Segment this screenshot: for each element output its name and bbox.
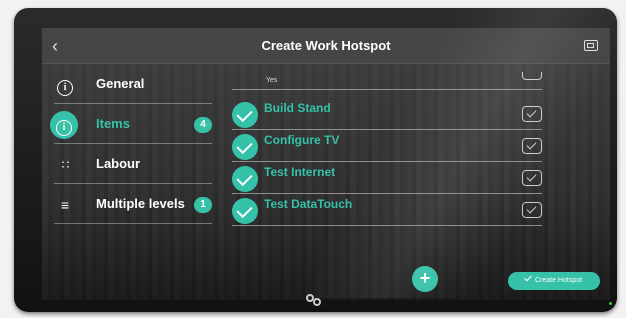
task-label: Test Internet bbox=[264, 165, 336, 179]
check-circle-icon bbox=[232, 166, 258, 192]
task-list: Yes Build Stand Configure TV Test Intern… bbox=[232, 72, 572, 262]
sidebar-item-label: Items bbox=[96, 116, 130, 131]
info-circle-icon: i bbox=[54, 74, 76, 96]
info-circle-icon: i bbox=[50, 111, 78, 139]
list-icon: ≡ bbox=[60, 197, 70, 213]
title-bar: ‹ Create Work Hotspot bbox=[42, 28, 610, 64]
check-circle-icon bbox=[232, 102, 258, 128]
list-item[interactable]: Test Internet bbox=[232, 162, 542, 194]
sidebar-item-multiple-levels[interactable]: ≡ Multiple levels 1 bbox=[54, 184, 212, 224]
tablet-device: ‹ Create Work Hotspot i General i Items … bbox=[14, 8, 617, 312]
power-led bbox=[609, 302, 612, 305]
list-item[interactable]: Build Stand bbox=[232, 98, 542, 130]
home-logo-icon[interactable] bbox=[306, 294, 322, 306]
list-item[interactable]: Yes bbox=[232, 72, 542, 90]
sidebar: i General i Items 4 ∷ Labour ≡ Multiple … bbox=[42, 64, 212, 300]
checkbox-icon[interactable] bbox=[522, 138, 542, 154]
task-label: Yes bbox=[266, 77, 278, 84]
checkbox-icon[interactable] bbox=[522, 72, 542, 80]
list-item[interactable]: Test DataTouch bbox=[232, 194, 542, 226]
sidebar-item-label: Labour bbox=[96, 156, 141, 171]
check-circle-icon bbox=[232, 134, 258, 160]
checkmark-icon bbox=[524, 273, 532, 282]
task-label: Configure TV bbox=[264, 133, 340, 147]
count-badge: 1 bbox=[194, 197, 212, 213]
checkbox-icon[interactable] bbox=[522, 106, 542, 122]
create-hotspot-button[interactable]: Create Hotspot bbox=[508, 272, 600, 290]
task-label: Build Stand bbox=[264, 101, 331, 115]
list-item[interactable]: Configure TV bbox=[232, 130, 542, 162]
check-circle-icon bbox=[232, 198, 258, 224]
page-title: Create Work Hotspot bbox=[261, 38, 391, 53]
sidebar-item-labour[interactable]: ∷ Labour bbox=[54, 144, 212, 184]
create-hotspot-label: Create Hotspot bbox=[534, 277, 583, 284]
checkbox-icon[interactable] bbox=[522, 170, 542, 186]
count-badge: 4 bbox=[194, 117, 212, 133]
app-screen: ‹ Create Work Hotspot i General i Items … bbox=[42, 28, 610, 300]
sidebar-item-general[interactable]: i General bbox=[54, 64, 212, 104]
checkbox-icon[interactable] bbox=[522, 202, 542, 218]
keypad-icon: ∷ bbox=[61, 158, 70, 172]
task-label: Test DataTouch bbox=[264, 197, 353, 211]
add-button[interactable]: + bbox=[412, 266, 438, 292]
window-icon[interactable] bbox=[584, 40, 598, 51]
sidebar-item-label: General bbox=[96, 76, 145, 91]
sidebar-item-items[interactable]: i Items 4 bbox=[50, 104, 212, 144]
sidebar-item-label: Multiple levels bbox=[96, 196, 185, 211]
